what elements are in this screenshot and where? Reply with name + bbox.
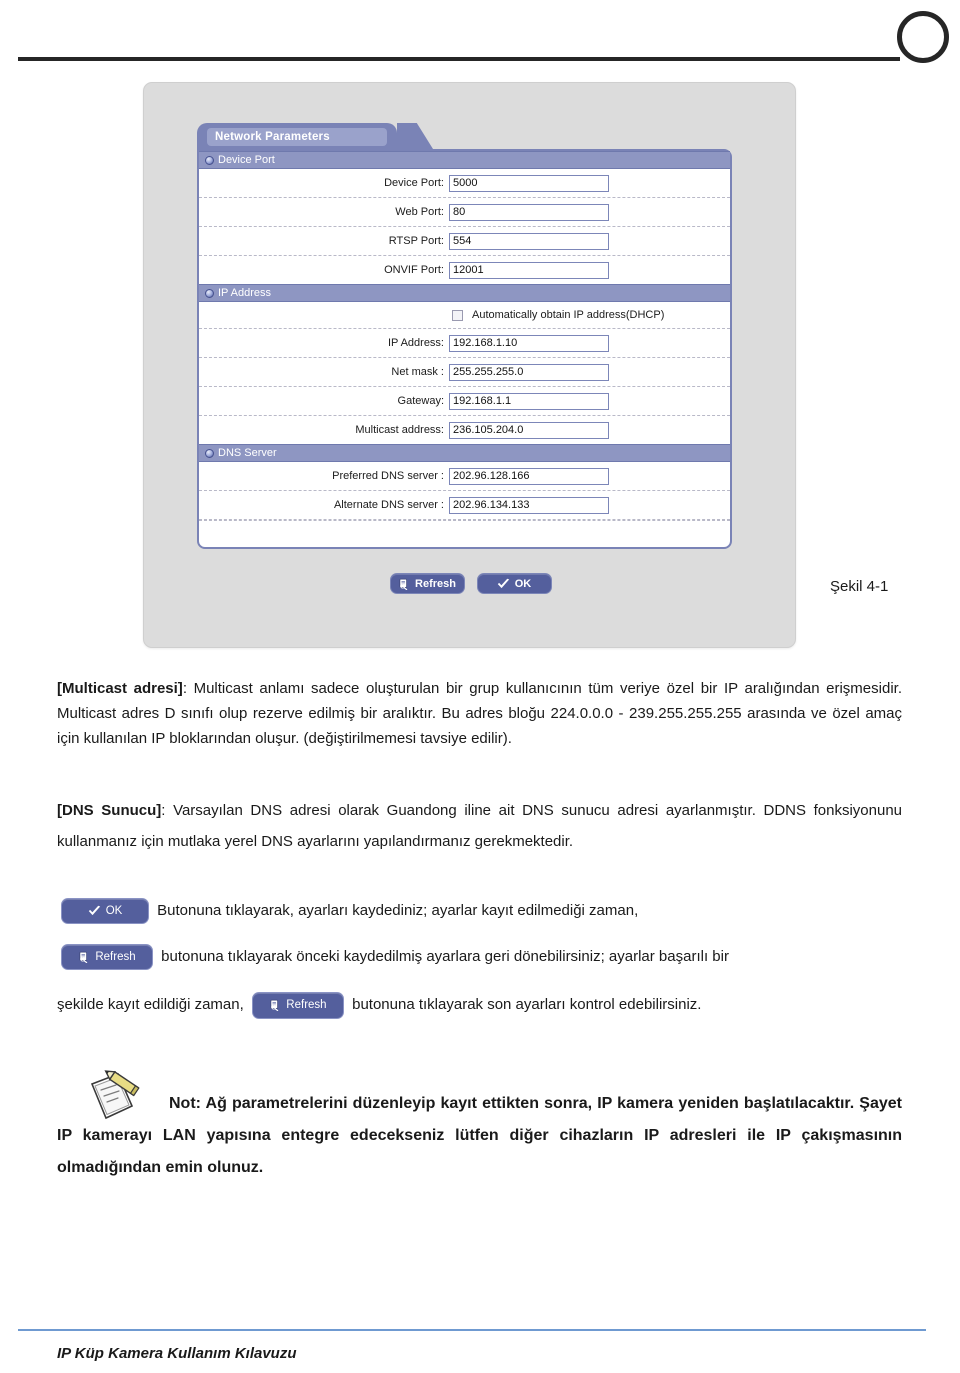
figure-network-parameters: Network Parameters Device Port Device Po… bbox=[143, 82, 796, 648]
ok-button-label: OK bbox=[514, 577, 532, 590]
refresh-icon bbox=[399, 578, 408, 590]
label-multicast-address: Multicast address: bbox=[355, 424, 444, 436]
label-net-mask: Net mask : bbox=[391, 366, 444, 378]
refresh-icon bbox=[79, 951, 88, 964]
section-title: IP Address bbox=[218, 287, 271, 299]
label-gateway: Gateway: bbox=[397, 395, 444, 407]
refresh-button-label: Refresh bbox=[415, 577, 456, 590]
multicast-body: : Multicast anlamı sadece oluşturulan bi… bbox=[57, 680, 902, 747]
inline-refresh-label: Refresh bbox=[95, 951, 136, 964]
dns-body: : Varsayılan DNS adresi olarak Guandong … bbox=[57, 802, 903, 850]
input-onvif-port[interactable] bbox=[449, 261, 609, 279]
field-row-rtsp-port: RTSP Port: bbox=[199, 227, 730, 256]
label-preferred-dns: Preferred DNS server : bbox=[332, 470, 444, 482]
label-dhcp: Automatically obtain IP address(DHCP) bbox=[472, 309, 665, 321]
field-row-ip-address: IP Address: bbox=[199, 329, 730, 358]
multicast-paragraph: [Multicast adresi]: Multicast anlamı sad… bbox=[57, 676, 902, 751]
input-preferred-dns[interactable] bbox=[449, 467, 609, 485]
refresh-button[interactable]: Refresh bbox=[389, 573, 465, 594]
bullet-icon bbox=[205, 288, 214, 298]
field-row-preferred-dns: Preferred DNS server : bbox=[199, 462, 730, 491]
multicast-heading: [Multicast adresi] bbox=[57, 680, 183, 697]
row-dhcp-checkbox: Automatically obtain IP address(DHCP) bbox=[199, 302, 730, 329]
multicast-paragraph-block: [Multicast adresi]: Multicast anlamı sad… bbox=[57, 676, 902, 751]
inline-ok-label: OK bbox=[105, 905, 123, 918]
label-device-port: Device Port: bbox=[384, 177, 444, 189]
form-tail-divider bbox=[199, 520, 730, 533]
refresh-icon bbox=[270, 999, 279, 1012]
refresh-check-instruction-line: şekilde kayıt edildiği zaman, Refresh bu… bbox=[57, 990, 902, 1020]
note-body: Not: Ağ parametrelerini düzenleyip kayıt… bbox=[57, 1095, 902, 1176]
checkmark-icon bbox=[88, 905, 100, 916]
input-web-port[interactable] bbox=[449, 203, 609, 221]
dns-paragraph: [DNS Sunucu]: Varsayılan DNS adresi olar… bbox=[57, 795, 902, 857]
page-header bbox=[0, 0, 960, 80]
input-rtsp-port[interactable] bbox=[449, 232, 609, 250]
field-row-onvif-port: ONVIF Port: bbox=[199, 256, 730, 284]
section-header-ip-address: IP Address bbox=[199, 284, 730, 302]
inline-ok-button[interactable]: OK bbox=[61, 898, 149, 925]
bullet-icon bbox=[205, 155, 214, 165]
refresh-check-post-text: butonuna tıklayarak son ayarları kontrol… bbox=[352, 996, 702, 1013]
input-multicast-address[interactable] bbox=[449, 421, 609, 439]
dialog-panel: Network Parameters Device Port Device Po… bbox=[143, 82, 796, 648]
refresh-check-pre-text: şekilde kayıt edildiği zaman, bbox=[57, 996, 244, 1013]
field-row-multicast-address: Multicast address: bbox=[199, 416, 730, 444]
bullet-icon bbox=[205, 448, 214, 458]
input-device-port[interactable] bbox=[449, 174, 609, 192]
input-gateway[interactable] bbox=[449, 392, 609, 410]
refresh-instruction-text: butonuna tıklayarak önceki kaydedilmiş a… bbox=[161, 948, 729, 965]
label-rtsp-port: RTSP Port: bbox=[388, 235, 444, 247]
label-alternate-dns: Alternate DNS server : bbox=[333, 499, 444, 511]
tab-network-parameters[interactable]: Network Parameters bbox=[207, 128, 387, 146]
checkmark-icon bbox=[497, 578, 509, 588]
input-net-mask[interactable] bbox=[449, 363, 609, 381]
settings-form: Device Port Device Port: Web Port: RTSP … bbox=[197, 149, 732, 549]
label-web-port: Web Port: bbox=[395, 206, 444, 218]
field-row-gateway: Gateway: bbox=[199, 387, 730, 416]
section-title: DNS Server bbox=[218, 447, 277, 459]
field-row-net-mask: Net mask : bbox=[199, 358, 730, 387]
ok-button[interactable]: OK bbox=[476, 573, 552, 594]
input-ip-address[interactable] bbox=[449, 334, 609, 352]
label-onvif-port: ONVIF Port: bbox=[384, 264, 444, 276]
refresh-instruction-line: Refresh butonuna tıklayarak önceki kayde… bbox=[57, 942, 902, 972]
note-block: Not: Ağ parametrelerini düzenleyip kayıt… bbox=[57, 1088, 902, 1184]
footer-divider bbox=[18, 1329, 926, 1331]
section-header-device-port: Device Port bbox=[199, 151, 730, 169]
section-title: Device Port bbox=[218, 154, 275, 166]
field-row-web-port: Web Port: bbox=[199, 198, 730, 227]
circle-logo-icon bbox=[897, 11, 949, 63]
header-divider bbox=[18, 57, 900, 61]
field-row-device-port: Device Port: bbox=[199, 169, 730, 198]
note-text: Not: Ağ parametrelerini düzenleyip kayıt… bbox=[57, 1088, 902, 1184]
inline-refresh-button[interactable]: Refresh bbox=[61, 944, 153, 971]
ok-instruction-line: OK Butonuna tıklayarak, ayarları kaydedi… bbox=[57, 896, 902, 926]
dialog-action-bar: Refresh OK bbox=[144, 573, 797, 594]
figure-caption: Şekil 4-1 bbox=[830, 578, 889, 595]
inline-refresh-button-2[interactable]: Refresh bbox=[251, 991, 344, 1019]
footer-title: IP Küp Kamera Kullanım Kılavuzu bbox=[57, 1345, 297, 1362]
label-ip-address: IP Address: bbox=[387, 337, 444, 349]
ok-instruction-text: Butonuna tıklayarak, ayarları kaydediniz… bbox=[157, 902, 639, 919]
checkbox-dhcp[interactable] bbox=[452, 309, 463, 321]
input-alternate-dns[interactable] bbox=[449, 496, 609, 514]
dns-paragraph-block: [DNS Sunucu]: Varsayılan DNS adresi olar… bbox=[57, 795, 902, 857]
dns-heading: [DNS Sunucu] bbox=[57, 802, 162, 819]
field-row-alternate-dns: Alternate DNS server : bbox=[199, 491, 730, 520]
section-header-dns-server: DNS Server bbox=[199, 444, 730, 462]
inline-refresh-label-2: Refresh bbox=[286, 999, 327, 1012]
